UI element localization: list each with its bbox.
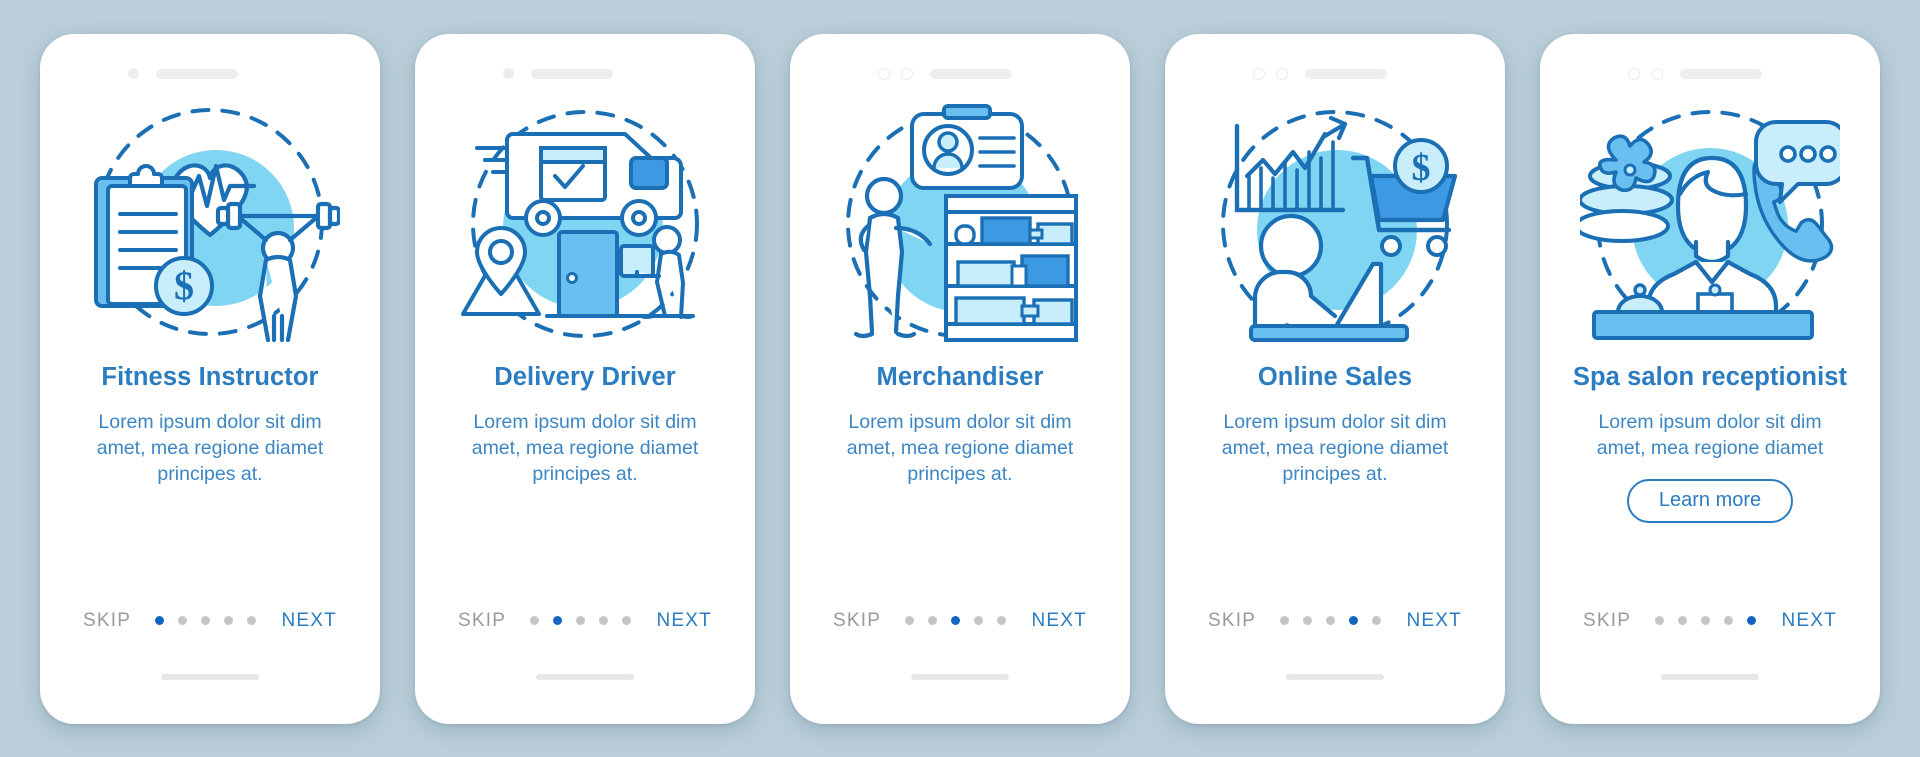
screen-description: Lorem ipsum dolor sit dim amet, mea regi…	[1221, 410, 1449, 485]
delivery-driver-illustration	[435, 94, 735, 356]
pagination-controls: SKIP NEXT	[1165, 610, 1505, 632]
page-dot[interactable]	[598, 616, 608, 625]
home-indicator[interactable]	[536, 673, 634, 680]
skip-button[interactable]: SKIP	[434, 610, 520, 632]
merchandiser-illustration	[810, 94, 1110, 356]
screen-description: Lorem ipsum dolor sit dim amet, mea regi…	[96, 410, 324, 485]
phone-notch	[415, 60, 755, 88]
phone-notch	[790, 60, 1130, 88]
home-indicator[interactable]	[1286, 673, 1384, 680]
page-dots	[1645, 616, 1765, 625]
home-indicator[interactable]	[161, 673, 259, 680]
svg-text:$: $	[1412, 147, 1431, 189]
pagination-controls: SKIP NEXT	[790, 610, 1130, 632]
page-dots	[895, 616, 1015, 625]
screen-title: Spa salon receptionist	[1572, 362, 1848, 391]
fitness-instructor-illustration: $	[60, 94, 360, 356]
page-dot[interactable]	[177, 616, 187, 625]
skip-button[interactable]: SKIP	[59, 610, 145, 632]
page-dot[interactable]	[246, 616, 256, 625]
camera-icon	[503, 68, 514, 79]
page-dots	[520, 616, 640, 625]
onboarding-screen-merchandiser: Merchandiser Lorem ipsum dolor sit dim a…	[790, 33, 1130, 724]
page-dot[interactable]	[973, 616, 983, 625]
next-button[interactable]: NEXT	[1390, 610, 1486, 632]
skip-button[interactable]: SKIP	[1184, 610, 1270, 632]
page-dot[interactable]	[1654, 616, 1664, 625]
phone-notch	[40, 60, 380, 88]
screen-title: Delivery Driver	[494, 362, 676, 391]
onboarding-screen-fitness-instructor: $ Fitness Instructor Lorem ipsum dolor s…	[40, 33, 380, 724]
pagination-controls: SKIP NEXT	[40, 610, 380, 632]
next-button[interactable]: NEXT	[1015, 610, 1111, 632]
onboarding-screen-online-sales: $ Online Sales Lorem ipsum dolor sit dim…	[1165, 33, 1505, 724]
screen-description: Lorem ipsum dolor sit dim amet, mea regi…	[846, 410, 1074, 485]
screen-title: Fitness Instructor	[101, 362, 319, 391]
camera-icon	[901, 67, 913, 80]
skip-button[interactable]: SKIP	[1559, 610, 1645, 632]
page-dot[interactable]	[1325, 616, 1335, 625]
page-dot[interactable]	[1746, 616, 1756, 625]
camera-icon	[128, 68, 139, 79]
next-button[interactable]: NEXT	[265, 610, 361, 632]
speaker-grille	[930, 68, 1012, 79]
speaker-grille	[531, 68, 613, 79]
speaker-grille	[156, 68, 238, 79]
speaker-grille	[1680, 68, 1762, 79]
camera-icon	[1628, 67, 1640, 80]
page-dot[interactable]	[529, 616, 539, 625]
speaker-grille	[1305, 68, 1387, 79]
next-button[interactable]: NEXT	[1765, 610, 1861, 632]
screen-title: Online Sales	[1257, 362, 1413, 391]
phone-notch	[1165, 60, 1505, 88]
page-dot[interactable]	[1700, 616, 1710, 625]
pagination-controls: SKIP NEXT	[1540, 610, 1880, 632]
page-dot[interactable]	[223, 616, 233, 625]
screen-title: Merchandiser	[876, 362, 1044, 391]
page-dot[interactable]	[1677, 616, 1687, 625]
onboarding-screens-row: $ Fitness Instructor Lorem ipsum dolor s…	[0, 0, 1920, 757]
screen-description: Lorem ipsum dolor sit dim amet, mea regi…	[471, 410, 699, 485]
spa-receptionist-illustration	[1560, 94, 1860, 356]
camera-icon	[1253, 67, 1265, 80]
home-indicator[interactable]	[911, 673, 1009, 680]
page-dot[interactable]	[1302, 616, 1312, 625]
page-dot[interactable]	[927, 616, 937, 625]
page-dot[interactable]	[996, 616, 1006, 625]
page-dot[interactable]	[950, 616, 960, 625]
page-dot[interactable]	[154, 616, 164, 625]
online-sales-illustration: $	[1185, 94, 1485, 356]
page-dot[interactable]	[1723, 616, 1733, 625]
screen-description: Lorem ipsum dolor sit dim amet, mea regi…	[1596, 410, 1824, 459]
next-button[interactable]: NEXT	[640, 610, 736, 632]
learn-more-button[interactable]: Learn more	[1626, 478, 1794, 523]
pagination-controls: SKIP NEXT	[415, 610, 755, 632]
onboarding-screen-delivery-driver: Delivery Driver Lorem ipsum dolor sit di…	[415, 33, 755, 724]
page-dot[interactable]	[575, 616, 585, 625]
home-indicator[interactable]	[1661, 673, 1759, 680]
page-dot[interactable]	[1371, 616, 1381, 625]
page-dots	[145, 616, 265, 625]
page-dot[interactable]	[621, 616, 631, 625]
page-dots	[1270, 616, 1390, 625]
phone-notch	[1540, 60, 1880, 88]
page-dot[interactable]	[904, 616, 914, 625]
page-dot[interactable]	[1279, 616, 1289, 625]
camera-icon	[1276, 67, 1288, 80]
svg-text:$: $	[174, 263, 194, 308]
page-dot[interactable]	[1348, 616, 1358, 625]
onboarding-screen-spa-receptionist: Spa salon receptionist Lorem ipsum dolor…	[1540, 33, 1880, 724]
page-dot[interactable]	[200, 616, 210, 625]
skip-button[interactable]: SKIP	[809, 610, 895, 632]
camera-icon	[878, 67, 890, 80]
camera-icon	[1651, 67, 1663, 80]
page-dot[interactable]	[552, 616, 562, 625]
